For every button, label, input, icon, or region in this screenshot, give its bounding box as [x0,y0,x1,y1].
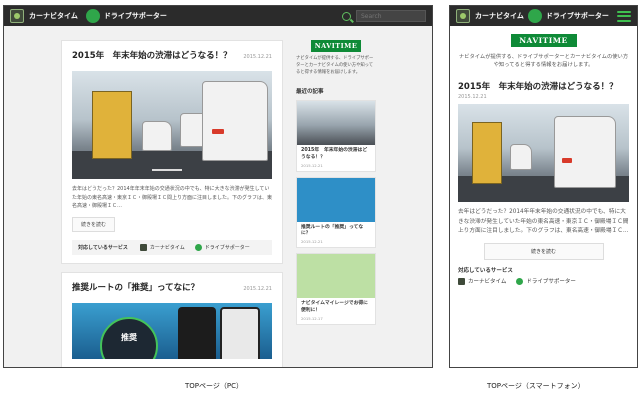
sp-read-more-button[interactable]: 続きを読む [483,243,604,260]
service-drive-link[interactable]: ドライブサポーター [194,243,250,251]
recent-article-date: 2015.12.21 [301,162,323,168]
header-bar: カーナビタイム ドライブサポーター [4,6,432,26]
sidebar-description: ナビタイムが提供する、ドライブサポーターとカーナビタイムの使い方や知ってると得す… [296,56,374,75]
services-label: 対応しているサービス [78,244,128,251]
recent-article-title: ナビタイムマイレージでお得に便利に！ [301,301,368,314]
recent-article-title: 推奨ルートの「推奨」ってなに？ [301,224,364,237]
drive-supporter-icon [194,243,202,251]
navitime-logo[interactable]: NAVITIME [311,40,361,52]
brand-drive-label[interactable]: ドライブサポーター [546,11,609,21]
services-bar: 対応しているサービス カーナビタイム ドライブサポーター [72,239,272,255]
recent-articles-heading: 最近の記事 [296,88,324,95]
drive-supporter-logo-icon[interactable] [527,9,542,23]
article-card: 推奨ルートの「推奨」ってなに？ 2015.12.21 推奨 [61,271,283,367]
brand-navi-label[interactable]: カーナビタイム [29,11,78,21]
phone-map-image [220,306,260,359]
service-navi-label: カーナビタイム [468,279,507,285]
pc-caption: TOPページ（PC） [185,382,243,390]
search-input[interactable] [356,10,426,22]
recent-article-date: 2015.12.21 [301,239,323,245]
recent-article-thumbnail [297,254,375,299]
traffic-jam-photo[interactable] [72,71,272,179]
search-box [342,10,426,22]
sp-services: 対応しているサービス カーナビタイム ドライブサポーター [450,260,637,291]
recommend-badge: 推奨 [100,316,158,359]
service-drive-label: ドライブサポーター [204,244,250,251]
article-title[interactable]: 推奨ルートの「推奨」ってなに？ [72,281,199,293]
service-navi-label: カーナビタイム [149,244,185,251]
drive-supporter-icon [516,277,524,285]
recent-article-item[interactable]: 推奨ルートの「推奨」ってなに？ 2015.12.21 [296,176,376,249]
main-column: 2015年 年末年始の渋滞はどうなる！？ 2015.12.21 去年はどうだった… [61,40,283,367]
service-navi-link[interactable]: カーナビタイム [458,277,506,285]
recent-article-thumbnail [297,100,375,145]
article-card: 2015年 年末年始の渋滞はどうなる！？ 2015.12.21 去年はどうだった… [61,40,283,264]
recommended-route-image[interactable]: 推奨 [72,302,272,359]
brand-navi-label[interactable]: カーナビタイム [475,11,524,21]
recent-article-item[interactable]: 2015年 年末年始の渋滞はどうなる！？ 2015.12.21 [296,99,376,172]
brand-drive-label[interactable]: ドライブサポーター [104,11,167,21]
car-navitime-logo-icon[interactable] [10,9,24,23]
sp-article-excerpt: 去年はどうだった？2014年年末年始の交通状況の中でも、特に大きな渋滞が発生して… [458,208,629,235]
service-drive-link[interactable]: ドライブサポーター [516,277,576,285]
recent-article-title: 2015年 年末年始の渋滞はどうなる！？ [301,147,368,160]
article-title[interactable]: 2015年 年末年始の渋滞はどうなる！？ [72,49,232,61]
sp-services-label: 対応しているサービス [458,268,513,274]
article-excerpt: 去年はどうだった？2014年年末年始の交通状況の中でも、特に大きな渋滞が発生して… [72,186,273,209]
smartphone-screenshot: カーナビタイム ドライブサポーター NAVITIME ナビタイムが提供する、ドラ… [449,5,638,368]
recent-article-thumbnail [297,177,375,222]
search-icon[interactable] [342,11,351,21]
sidebar: NAVITIME ナビタイムが提供する、ドライブサポーターとカーナビタイムの使い… [296,40,376,330]
recent-article-date: 2015.12.17 [301,316,323,322]
read-more-button[interactable]: 続きを読む [72,216,116,232]
car-navitime-icon [458,277,465,285]
sp-caption: TOPページ（スマートフォン） [487,382,585,390]
sp-article-title[interactable]: 2015年 年末年始の渋滞はどうなる！？ [450,74,637,94]
service-navi-link[interactable]: カーナビタイム [139,243,185,251]
article-date: 2015.12.21 [243,54,272,60]
service-drive-label: ドライブサポーター [526,279,576,285]
sp-article-date: 2015.12.21 [458,93,487,100]
phone-image [178,306,216,359]
navitime-logo[interactable]: NAVITIME [510,34,577,47]
car-navitime-logo-icon[interactable] [456,9,470,23]
hamburger-menu-icon[interactable] [617,10,631,22]
drive-supporter-logo-icon[interactable] [85,9,100,23]
pc-screenshot: カーナビタイム ドライブサポーター 2015年 年末年始の渋滞はどうなる！？ 2… [3,5,433,368]
article-date: 2015.12.21 [243,285,272,292]
recent-article-item[interactable]: ナビタイムマイレージでお得に便利に！ 2015.12.17 [296,253,376,326]
car-navitime-icon [139,243,147,251]
sp-traffic-jam-photo[interactable] [458,103,629,202]
sp-description: ナビタイムが提供する、ドライブサポーターとカーナビタイムの使い方や知ってると得す… [458,54,629,69]
sp-header-bar: カーナビタイム ドライブサポーター [450,6,637,26]
